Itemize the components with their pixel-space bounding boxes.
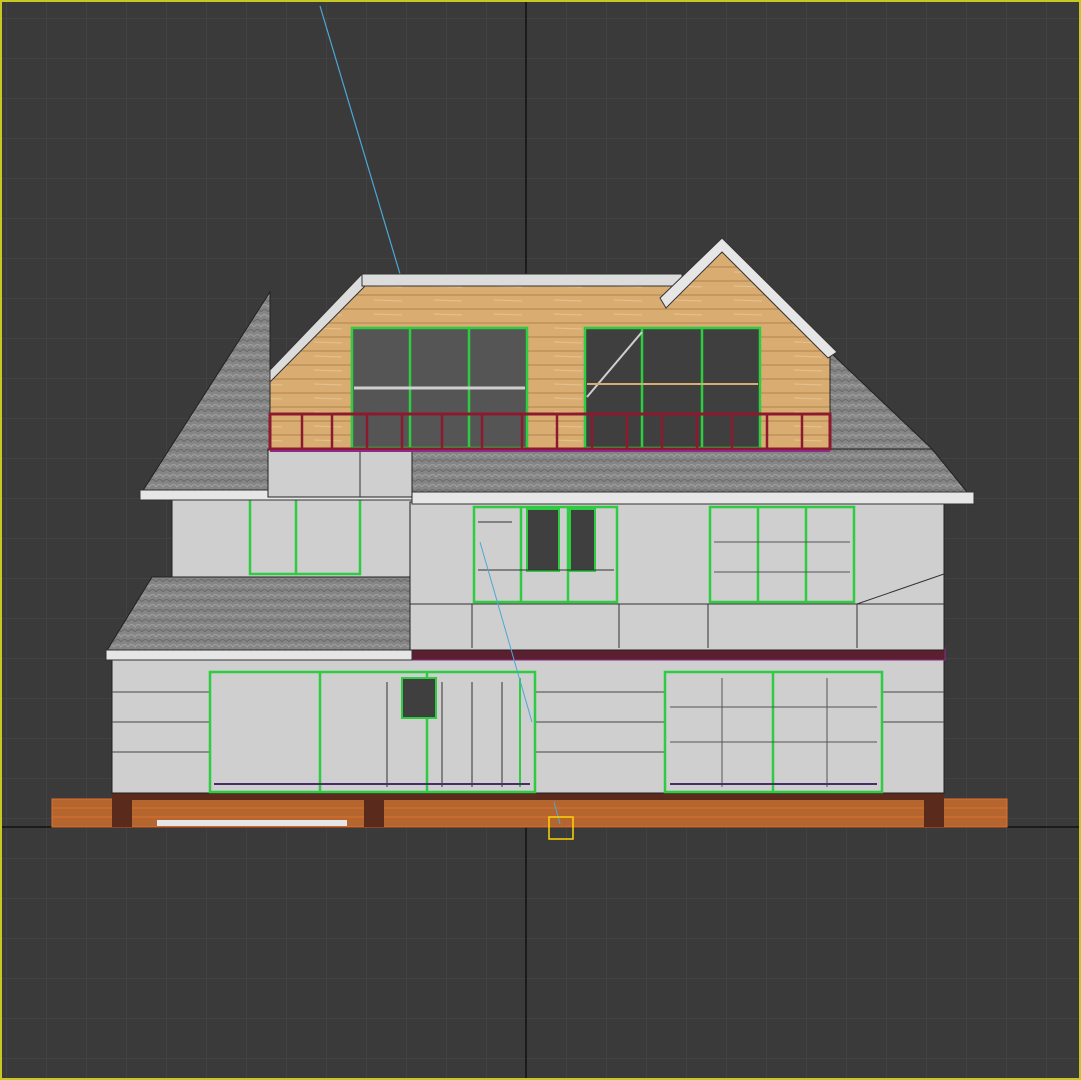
chimney-wall	[267, 448, 413, 498]
deck-post	[112, 799, 132, 827]
deck-post	[364, 799, 384, 827]
deck-post	[924, 799, 944, 827]
middle-roof-center	[411, 448, 969, 493]
step	[157, 820, 347, 826]
upper-window-left[interactable]	[350, 326, 529, 450]
ground-window-right[interactable]	[663, 670, 884, 794]
upper-window-right[interactable]	[583, 326, 762, 450]
ridge-trim	[361, 273, 683, 287]
scene-canvas[interactable]	[2, 2, 1081, 1080]
viewport[interactable]	[0, 0, 1081, 1080]
second-window-right[interactable]	[708, 505, 856, 604]
second-window-center[interactable]	[472, 505, 619, 604]
roof-fascia	[411, 491, 975, 505]
lower-roof-fascia	[105, 649, 413, 661]
second-window-left[interactable]	[248, 497, 362, 576]
ground-window-left[interactable]	[208, 670, 537, 794]
lower-left-roof	[105, 576, 411, 653]
